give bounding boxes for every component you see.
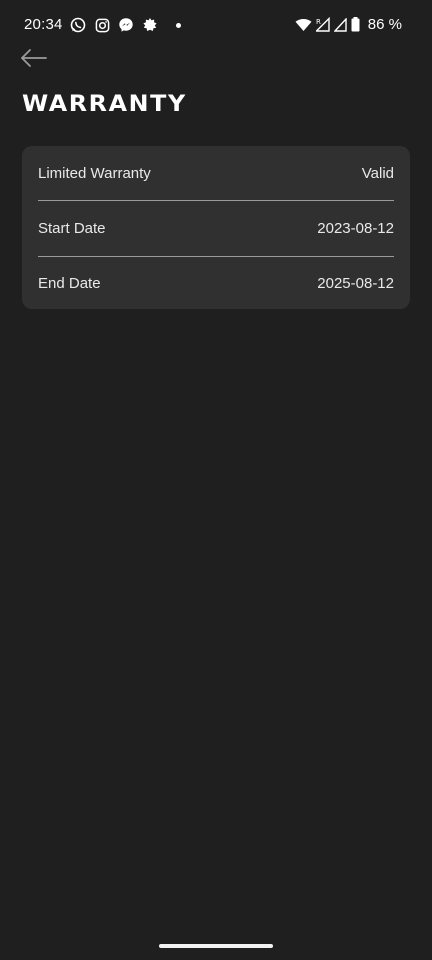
end-date-label: End Date <box>38 275 101 293</box>
notification-icons <box>70 17 181 33</box>
page-title: WARRANTY <box>22 92 187 117</box>
back-button[interactable] <box>20 48 50 72</box>
warranty-card: Limited Warranty Valid Start Date 2023-0… <box>22 146 410 309</box>
warranty-row-limited: Limited Warranty Valid <box>22 146 410 200</box>
limited-warranty-value: Valid <box>361 164 394 182</box>
battery-icon <box>351 17 360 32</box>
signal-roaming-icon: R <box>315 17 330 32</box>
start-date-label: Start Date <box>38 219 106 237</box>
warranty-row-end: End Date 2025-08-12 <box>22 257 410 309</box>
svg-text:R: R <box>316 18 321 26</box>
battery-percentage: 86 % <box>367 16 402 33</box>
more-notifications-dot <box>176 22 181 28</box>
warranty-screen: 20:34 R 86 % WARRANTY Limited Warranty V… <box>0 0 432 960</box>
status-bar: 20:34 R 86 % <box>0 0 432 50</box>
limited-warranty-label: Limited Warranty <box>38 164 151 182</box>
system-icons: R 86 % <box>295 16 402 33</box>
warranty-row-start: Start Date 2023-08-12 <box>22 201 410 255</box>
home-indicator[interactable] <box>159 944 273 948</box>
signal-icon <box>333 17 347 32</box>
end-date-value: 2025-08-12 <box>317 275 394 293</box>
start-date-value: 2023-08-12 <box>317 219 394 237</box>
wifi-icon <box>295 18 312 32</box>
notification-app-icon <box>142 17 158 33</box>
whatsapp-icon <box>70 17 86 33</box>
instagram-icon <box>94 17 110 33</box>
messenger-icon <box>118 17 134 33</box>
status-time: 20:34 <box>24 16 63 33</box>
arrow-left-icon <box>20 48 48 73</box>
